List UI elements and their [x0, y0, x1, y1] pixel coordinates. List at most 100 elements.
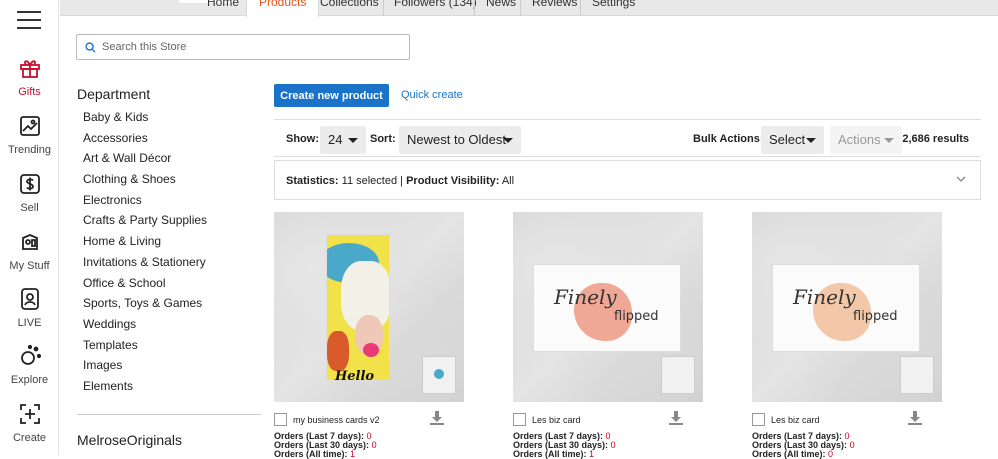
department-item[interactable]: Home & Living	[83, 234, 207, 255]
sort-label: Sort:	[370, 133, 396, 145]
show-count-dropdown[interactable]: 24	[320, 126, 366, 154]
product-controls-bar: Show: 24 Sort: Newest to Oldest Bulk Act…	[274, 119, 981, 157]
results-count: 2,686 results	[902, 133, 969, 145]
chevron-down-icon	[348, 138, 358, 143]
download-icon[interactable]	[668, 411, 684, 426]
bulk-actions-dropdown[interactable]: Actions	[830, 126, 902, 154]
department-item[interactable]: Invitations & Stationery	[83, 255, 207, 276]
rail-label-gifts: Gifts	[18, 86, 41, 98]
rail-label-create: Create	[12, 432, 47, 444]
tab-collections[interactable]: Collections	[308, 0, 391, 16]
brand-sub-text: flipped	[853, 309, 898, 324]
rail-item-gifts[interactable]: Gifts	[0, 56, 59, 98]
create-new-product-button[interactable]: Create new product	[274, 84, 389, 107]
search-input[interactable]	[102, 41, 382, 53]
product-thumbnail[interactable]: Hello	[274, 212, 464, 402]
tab-reviews[interactable]: Reviews	[520, 0, 589, 16]
quick-create-link[interactable]: Quick create	[401, 89, 463, 101]
department-item[interactable]: Clothing & Shoes	[83, 172, 207, 193]
dollar-icon	[19, 174, 40, 194]
department-item[interactable]: Accessories	[83, 131, 207, 152]
tab-settings[interactable]: Settings	[580, 0, 647, 16]
rail-item-my-stuff[interactable]: My Stuff	[0, 230, 59, 272]
rail-item-explore[interactable]: Explore	[0, 344, 59, 386]
hello-text: Hello	[335, 369, 375, 381]
department-item[interactable]: Electronics	[83, 193, 207, 214]
product-select-checkbox[interactable]	[513, 413, 526, 426]
visibility-label: Product Visibility:	[406, 175, 500, 187]
department-item[interactable]: Weddings	[83, 317, 207, 338]
department-heading: Department	[77, 86, 151, 102]
product-name[interactable]: my business cards v2	[293, 415, 380, 425]
department-list: Baby & Kids Accessories Art & Wall Décor…	[83, 110, 207, 400]
orders-all-time: Orders (All time): 0	[752, 449, 834, 459]
chevron-down-icon	[503, 138, 513, 143]
hamburger-menu-icon[interactable]	[17, 11, 41, 29]
department-item[interactable]: Baby & Kids	[83, 110, 207, 131]
product-name[interactable]: Les biz card	[771, 415, 820, 425]
trending-image-icon	[19, 116, 40, 136]
left-rail: Gifts Trending Sell My Stuff LIVE Explor…	[0, 0, 59, 455]
selected-count: 11 selected	[341, 175, 398, 187]
department-item[interactable]: Crafts & Party Supplies	[83, 213, 207, 234]
expand-chevron-icon[interactable]	[956, 175, 966, 183]
rail-label-explore: Explore	[10, 374, 49, 386]
brand-sub-text: flipped	[614, 309, 659, 324]
sort-value: Newest to Oldest	[407, 132, 506, 147]
sort-dropdown[interactable]: Newest to Oldest	[399, 126, 521, 154]
back-side-preview	[900, 356, 934, 394]
rail-item-trending[interactable]: Trending	[0, 114, 59, 156]
bulk-select-value: Select	[769, 132, 806, 147]
rail-label-trending: Trending	[7, 144, 51, 156]
card-artwork: Hello	[326, 234, 390, 381]
store-name-heading[interactable]: MelroseOriginals	[77, 432, 182, 448]
tab-home[interactable]: Home	[195, 0, 251, 16]
department-item[interactable]: Art & Wall Décor	[83, 151, 207, 172]
statistics-bar[interactable]: Statistics: 11 selected | Product Visibi…	[274, 160, 981, 200]
rail-label-sell: Sell	[20, 202, 39, 214]
rail-item-create[interactable]: Create	[0, 402, 59, 444]
search-icon	[85, 41, 96, 53]
department-item[interactable]: Elements	[83, 379, 207, 400]
my-stuff-icon	[21, 234, 38, 250]
orders-all-time: Orders (All time): 1	[274, 449, 356, 459]
bulk-select-dropdown[interactable]: Select	[761, 126, 824, 154]
live-person-icon	[20, 288, 39, 310]
show-label: Show:	[286, 133, 319, 145]
chevron-down-icon	[806, 138, 816, 143]
create-plus-icon	[19, 404, 40, 424]
bulk-actions-value: Actions	[838, 132, 881, 147]
rail-label-live: LIVE	[17, 317, 42, 329]
brand-script-text: Finely	[554, 285, 617, 309]
orders-all-time: Orders (All time): 1	[513, 449, 595, 459]
product-thumbnail[interactable]: Finely flipped	[752, 212, 942, 402]
gift-icon	[19, 60, 40, 78]
department-item[interactable]: Templates	[83, 338, 207, 359]
product-select-checkbox[interactable]	[274, 413, 287, 426]
rail-item-live[interactable]: LIVE	[0, 287, 59, 329]
statistics-label: Statistics:	[286, 175, 339, 187]
product-thumbnail[interactable]: Finely flipped	[513, 212, 703, 402]
sidebar-divider	[77, 414, 261, 415]
store-tab-bar: Home Products Collections Followers (134…	[60, 0, 998, 17]
department-item[interactable]: Images	[83, 358, 207, 379]
store-search-box[interactable]	[76, 34, 410, 60]
back-side-preview	[661, 356, 695, 394]
show-count-value: 24	[328, 132, 343, 147]
rail-item-sell[interactable]: Sell	[0, 172, 59, 214]
brand-script-text: Finely	[793, 285, 856, 309]
product-select-checkbox[interactable]	[752, 413, 765, 426]
department-item[interactable]: Sports, Toys & Games	[83, 296, 207, 317]
download-icon[interactable]	[429, 411, 445, 426]
department-item[interactable]: Office & School	[83, 276, 207, 297]
card-artwork: Finely flipped	[772, 264, 920, 352]
rail-label-my-stuff: My Stuff	[9, 260, 50, 272]
download-icon[interactable]	[907, 411, 923, 426]
back-side-preview	[422, 356, 456, 394]
product-name[interactable]: Les biz card	[532, 415, 581, 425]
explore-dots-icon	[20, 344, 41, 365]
tab-followers[interactable]: Followers (134)	[382, 0, 489, 16]
chevron-down-icon	[884, 138, 894, 143]
visibility-value: All	[501, 175, 515, 187]
bulk-actions-label: Bulk Actions:	[693, 133, 764, 145]
